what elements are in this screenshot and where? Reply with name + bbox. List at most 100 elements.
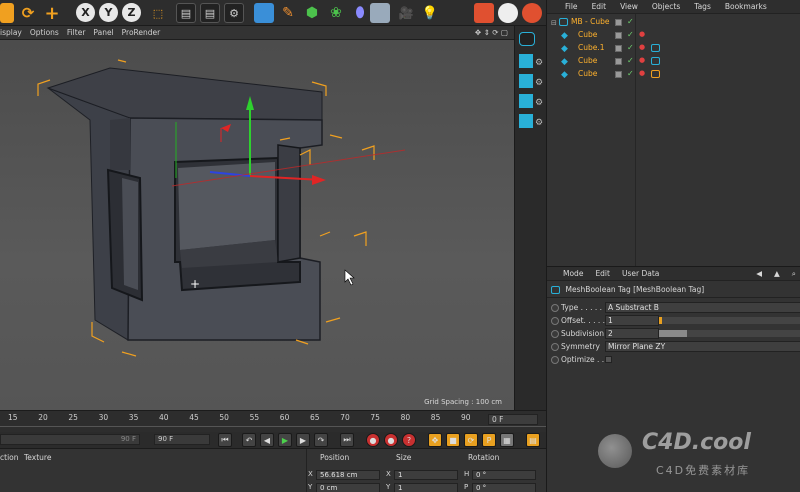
nav-back-icon[interactable]: ◀ [756,269,762,278]
menu-tags[interactable]: Tags [694,2,711,11]
gear-icon[interactable]: ⚙ [535,118,543,128]
position-y-field[interactable]: 0 cm [316,483,380,492]
menu-options[interactable]: Options [30,28,59,37]
animate-radio[interactable] [551,343,559,351]
object-row[interactable]: ◆ Cube.1 ✓ ● [547,42,800,55]
menu-prorender[interactable]: ProRender [122,28,161,37]
menu-edit[interactable]: Edit [595,269,610,278]
y-axis-lock-icon[interactable]: Y [99,3,118,22]
render-settings-icon[interactable]: ⚙ [224,3,244,23]
animate-radio[interactable] [551,330,559,338]
3d-viewport[interactable]: + Grid Spacing : 100 cm [0,40,514,410]
menu-mode[interactable]: Mode [563,269,583,278]
render-picture-viewer-icon[interactable]: ▤ [200,3,220,23]
rotation-h-field[interactable]: 0 ° [472,470,536,480]
field-icon[interactable]: ⬮ [350,3,370,23]
menu-display[interactable]: isplay [0,28,22,37]
phong-tag-icon[interactable]: ● [639,56,645,64]
phong-tag-icon[interactable]: ● [639,69,645,77]
object-row[interactable]: ⊟ MB - Cube ✓ [547,16,800,29]
object-row[interactable]: ◆ Cube ✓ ● [547,55,800,68]
offset-input[interactable]: 1 [605,315,659,326]
rotate-tool-icon[interactable]: ⟳ [18,3,38,23]
object-name[interactable]: Cube [578,69,597,78]
position-x-field[interactable]: 56.618 cm [316,470,380,480]
rotation-p-field[interactable]: 0 ° [472,483,536,492]
search-icon[interactable]: ⌕ [792,269,796,279]
viewport-nav-icons[interactable]: ✥ ⇕ ⟳ ▢ [475,28,508,37]
object-name[interactable]: Cube [578,30,597,39]
plugin-icon[interactable] [498,3,518,23]
texture-tab[interactable]: Texture [24,453,51,462]
preview-range-field[interactable]: 90 F [0,434,140,445]
move-tool-icon[interactable] [0,3,14,23]
visibility-dot[interactable] [615,32,622,39]
animate-radio[interactable] [551,356,559,364]
mode-d-icon[interactable] [519,114,533,128]
key-position-icon[interactable]: ✥ [428,433,442,447]
visibility-dot[interactable] [615,19,622,26]
menu-filter[interactable]: Filter [67,28,86,37]
meshboolean-tag-icon[interactable] [651,44,660,52]
timeline-window-icon[interactable]: ▤ [526,433,540,447]
meshboolean-tag-icon[interactable] [651,57,660,65]
light-icon[interactable]: 💡 [420,3,440,23]
pen-spline-icon[interactable]: ✎ [278,3,298,23]
play-icon[interactable]: ▶ [278,433,292,447]
prev-key-icon[interactable]: ↶ [242,433,256,447]
object-row[interactable]: ◆ Cube ✓ ● [547,68,800,81]
goto-end-icon[interactable]: ⏭ [340,433,354,447]
mode-a-icon[interactable] [519,54,533,68]
optimize-checkbox[interactable] [605,356,612,363]
move-cross-icon[interactable]: + [42,3,62,24]
object-name[interactable]: Cube [578,56,597,65]
floor-icon[interactable] [370,3,390,23]
enabled-check-icon[interactable]: ✓ [627,56,634,65]
record-icon[interactable]: ● [366,433,380,447]
enabled-check-icon[interactable]: ✓ [627,43,634,52]
layout-icon[interactable] [474,3,494,23]
meshboolean-icon[interactable] [519,32,535,46]
collapse-icon[interactable]: ⊟ [551,19,557,27]
menu-file[interactable]: File [565,2,578,11]
prev-frame-icon[interactable]: ◀ [260,433,274,447]
offset-slider[interactable] [659,317,800,324]
subdivision-input[interactable]: 2 [605,328,659,339]
mode-c-icon[interactable] [519,94,533,108]
coordinate-system-icon[interactable]: ⬚ [148,3,168,23]
menu-panel[interactable]: Panel [93,28,113,37]
size-y-field[interactable]: 1 [394,483,458,492]
visibility-dot[interactable] [615,71,622,78]
goto-start-icon[interactable]: ⏮ [218,433,232,447]
mode-b-icon[interactable] [519,74,533,88]
nav-up-icon[interactable]: ▲ [774,269,780,278]
menu-edit[interactable]: Edit [592,2,607,11]
flame-icon[interactable] [522,3,542,23]
key-rotation-icon[interactable]: ⟳ [464,433,478,447]
next-key-icon[interactable]: ↷ [314,433,328,447]
object-row[interactable]: ◆ Cube ✓ ● [547,29,800,42]
menu-objects[interactable]: Objects [652,2,680,11]
function-tab[interactable]: ction [0,453,19,462]
size-x-field[interactable]: 1 [394,470,458,480]
phong-tag-icon[interactable]: ● [639,30,645,38]
menu-bookmarks[interactable]: Bookmarks [725,2,767,11]
next-frame-icon[interactable]: ▶ [296,433,310,447]
enabled-check-icon[interactable]: ✓ [627,17,634,26]
end-frame-field[interactable]: 90 F [154,434,210,445]
visibility-dot[interactable] [615,58,622,65]
symmetry-dropdown[interactable]: Mirror Plane ZY [605,341,800,352]
camera-icon[interactable]: 🎥 [396,3,416,23]
gear-icon[interactable]: ⚙ [535,78,543,88]
enabled-check-icon[interactable]: ✓ [627,30,634,39]
enabled-check-icon[interactable]: ✓ [627,69,634,78]
visibility-dot[interactable] [615,45,622,52]
current-frame-field[interactable]: 0 F [488,414,538,425]
type-dropdown[interactable]: A Substract B [605,302,800,313]
timeline[interactable]: 15 20 25 30 35 40 45 50 55 60 65 70 75 80 85 90 0 F [0,410,546,432]
key-scale-icon[interactable]: ■ [446,433,460,447]
animate-radio[interactable] [551,317,559,325]
autokey-icon[interactable]: ● [384,433,398,447]
gear-icon[interactable]: ⚙ [535,98,543,108]
render-view-icon[interactable]: ▤ [176,3,196,23]
